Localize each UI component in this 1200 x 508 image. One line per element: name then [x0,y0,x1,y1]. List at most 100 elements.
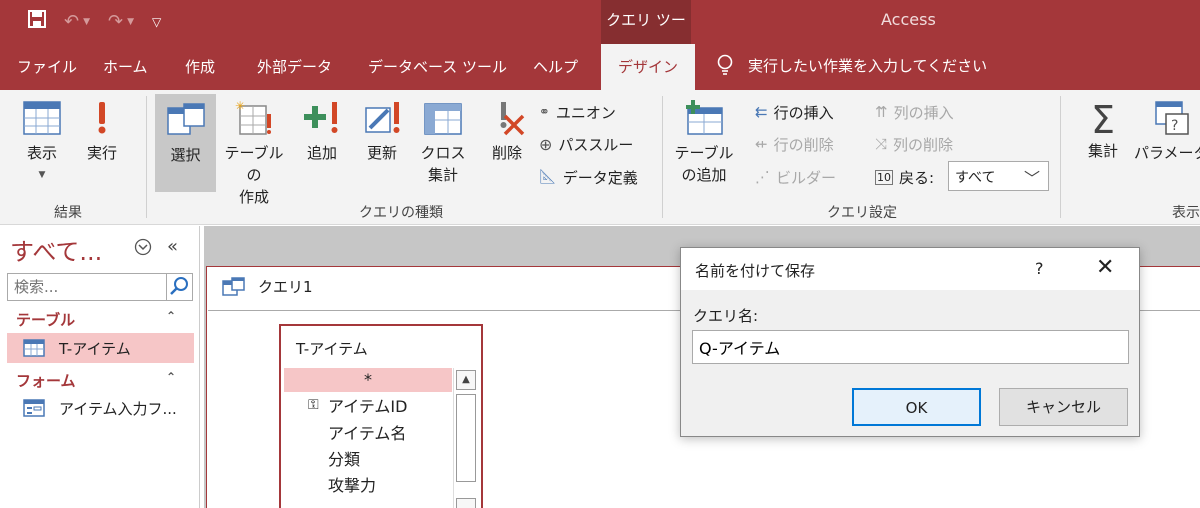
run-button[interactable]: 実行 [80,100,124,180]
union-button[interactable]: ⚭ ユニオン [539,100,616,124]
parameters-button[interactable]: ? パラメータ [1134,100,1200,180]
insert-rows-icon: ⇇ [755,103,768,121]
return-label: 戻る: [899,168,935,187]
run-label: 実行 [86,144,117,162]
builder-label: ビルダー [776,168,837,187]
nav-pane-title[interactable]: すべて... [10,232,102,267]
chevron-down-icon: ﹀ [1023,169,1040,188]
tell-me-text: 実行したい作業を入力してください [748,56,988,75]
delete-rows-button[interactable]: ⇷ 行の削除 [755,132,834,156]
return-select[interactable]: すべて ﹀ [948,161,1049,191]
svg-text:✳: ✳ [235,100,245,113]
nav-item-form[interactable]: アイテム入力フ... [7,393,194,423]
collapse-pane-icon[interactable]: « [167,236,178,257]
show-table-label: テーブル の追加 [674,144,734,184]
nav-menu-dropdown-icon[interactable] [134,238,152,260]
delete-label: 削除 [491,144,522,162]
insert-columns-icon: ⇈ [875,103,888,121]
tab-create[interactable]: 作成 [185,56,215,77]
delete-rows-icon: ⇷ [755,135,768,153]
primary-key-icon: ⚿ [308,397,319,413]
return-select-value: すべて [955,170,996,186]
undo-icon[interactable]: ↶ [64,10,79,34]
delete-columns-icon: ⤨ [875,135,888,153]
top-values-icon: 10 [875,169,893,185]
field-list-item[interactable]: * [284,368,452,392]
data-definition-button[interactable]: 📐︎ データ定義 [539,165,638,189]
parameters-icon: ? [1155,101,1189,135]
quick-access-toolbar: ↶ ▼ ↷ ▼ ▽ [28,9,161,35]
view-dropdown-icon: ▼ [38,170,46,180]
tab-design[interactable]: デザイン [601,44,696,90]
field-list-item[interactable]: 分類 [284,448,452,472]
undo-dropdown-icon[interactable]: ▼ [83,17,90,27]
builder-button[interactable]: ⋰ ビルダー [755,165,836,189]
delete-x-icon [500,102,525,136]
scroll-up-icon[interactable]: ▲ [456,370,476,390]
customize-qat-icon[interactable]: ▽ [152,10,161,34]
field-list-item[interactable]: 攻撃力 [284,474,452,498]
insert-columns-label: 列の挿入 [893,103,954,122]
tell-me-box[interactable]: 実行したい作業を入力してください [716,54,987,76]
field-list-scrollbar[interactable]: ▲ [453,368,477,508]
tab-external-data[interactable]: 外部データ [257,56,332,77]
ribbon-tabs: ファイル ホーム 作成 外部データ データベース ツール ヘルプ デザイン 実行… [0,44,1200,90]
view-label: 表示 [26,144,57,162]
nav-group-tables-label: テーブル [16,311,76,329]
tab-database-tools[interactable]: データベース ツール [368,56,507,77]
crosstab-button[interactable]: クロス 集計 [419,100,467,190]
save-icon[interactable] [28,9,46,35]
show-table-button[interactable]: テーブル の追加 [672,100,736,190]
passthrough-button[interactable]: ⊕ パススルー [539,132,633,156]
union-icon: ⚭ [539,104,550,120]
add-table-icon [686,100,723,135]
delete-columns-button[interactable]: ⤨ 列の削除 [875,132,953,156]
nav-search-box[interactable] [7,273,193,301]
scroll-down-icon[interactable] [456,498,476,508]
tab-help[interactable]: ヘルプ [533,56,578,77]
search-input[interactable] [8,274,163,300]
redo-dropdown-icon[interactable]: ▼ [127,17,134,27]
update-button[interactable]: 更新 [359,100,405,180]
collapse-group-icon: ⌃ [166,309,177,323]
form-icon [23,399,45,417]
view-button[interactable]: 表示 ▼ [16,100,68,190]
totals-button[interactable]: Σ 集計 [1082,100,1124,180]
query-document-tab[interactable]: クエリ1 [222,276,313,297]
ok-button[interactable]: OK [852,388,981,426]
help-button[interactable]: ? [1035,259,1044,278]
make-table-button[interactable]: ✳ テーブルの 作成 [217,99,291,206]
insert-rows-label: 行の挿入 [773,103,834,122]
query-name-input[interactable] [692,330,1129,364]
search-icon[interactable] [166,274,192,300]
insert-rows-button[interactable]: ⇇ 行の挿入 [755,100,834,124]
crosstab-icon [424,103,462,135]
navigation-pane: すべて... « テーブル ⌃ T-アイテム フォーム ⌃ アイテム入力フ... [0,226,200,508]
tab-file[interactable]: ファイル [17,56,77,77]
passthrough-label: パススルー [558,135,634,154]
group-divider [146,96,147,218]
close-icon[interactable]: ✕ [1096,256,1114,280]
scroll-thumb[interactable] [456,394,476,482]
select-query-button[interactable]: 選択 [155,94,216,192]
table-icon [23,339,45,357]
redo-icon[interactable]: ↷ [108,10,123,34]
collapse-group-icon: ⌃ [166,370,177,384]
nav-item-table[interactable]: T-アイテム [7,333,194,363]
data-definition-label: データ定義 [562,168,638,187]
append-button[interactable]: 追加 [300,100,344,180]
globe-icon: ⊕ [539,134,553,154]
field-list-item[interactable]: アイテム名 [284,422,452,446]
field-list-title[interactable]: T-アイテム [296,338,368,359]
field-list-item[interactable]: ⚿ アイテムID [284,395,452,419]
tab-home[interactable]: ホーム [103,56,148,77]
make-table-icon: ✳ [235,99,271,135]
nav-group-forms[interactable]: フォーム ⌃ [16,370,176,391]
svg-text:?: ? [1171,118,1178,134]
cancel-button[interactable]: キャンセル [999,388,1128,426]
insert-columns-button[interactable]: ⇈ 列の挿入 [875,100,954,124]
update-pencil-icon [365,102,400,133]
nav-group-tables[interactable]: テーブル ⌃ [16,309,176,330]
delete-query-button[interactable]: 削除 [484,100,530,180]
save-as-dialog: 名前を付けて保存 ? ✕ クエリ名: OK キャンセル [680,247,1140,437]
